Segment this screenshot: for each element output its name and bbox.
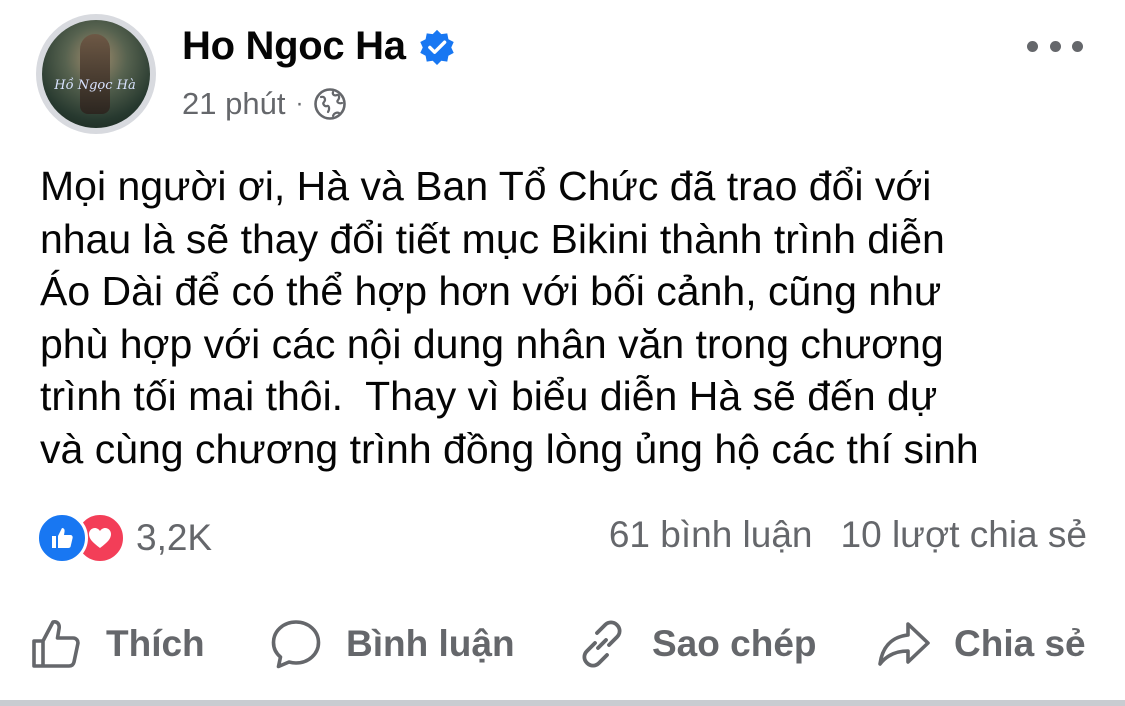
more-dot: [1027, 40, 1038, 52]
more-options-icon[interactable]: [1027, 26, 1083, 66]
share-arrow-icon: [878, 622, 930, 666]
like-reaction-icon: [36, 512, 88, 564]
comment-bubble-icon: [271, 620, 321, 669]
author-name[interactable]: Ho Ngoc Ha: [182, 24, 406, 69]
copy-button[interactable]: Sao chép: [574, 606, 817, 682]
globe-icon: [314, 88, 347, 120]
post-meta: 21 phút ·: [182, 86, 347, 122]
post-time[interactable]: 21 phút: [182, 86, 285, 122]
more-dot: [1049, 40, 1061, 52]
meta-separator: ·: [295, 90, 304, 117]
like-button[interactable]: Thích: [28, 606, 205, 682]
reactions-summary[interactable]: 3,2K: [36, 512, 212, 564]
action-bar: Thích Bình luận Sao chép Chia sẻ: [0, 606, 1125, 682]
avatar-image: Hồ Ngọc Hà: [42, 20, 150, 128]
avatar-figure: [80, 34, 110, 114]
link-icon: [582, 620, 622, 668]
comment-label: Bình luận: [346, 623, 515, 664]
copy-label: Sao chép: [652, 623, 817, 664]
bottom-divider: [0, 700, 1125, 706]
facebook-post: Hồ Ngọc Hà Ho Ngoc Ha 21 phút · Mọi ngườ…: [0, 0, 1125, 706]
post-text: Mọi người ơi, Hà và Ban Tổ Chức đã trao …: [40, 163, 979, 472]
verified-badge-icon: [419, 29, 454, 65]
more-dot: [1072, 40, 1083, 52]
thumbs-up-icon: [32, 620, 80, 668]
author-row: Ho Ngoc Ha: [182, 24, 456, 69]
avatar-script-text: Hồ Ngọc Hà: [54, 78, 136, 93]
share-count[interactable]: 10 lượt chia sẻ: [841, 514, 1087, 556]
like-label: Thích: [106, 623, 205, 664]
avatar[interactable]: Hồ Ngọc Hà: [36, 14, 156, 134]
reaction-count: 3,2K: [136, 517, 213, 558]
engagement-stats: 61 bình luận 10 lượt chia sẻ: [609, 514, 1087, 556]
comment-count[interactable]: 61 bình luận: [609, 514, 813, 556]
comment-button[interactable]: Bình luận: [268, 606, 515, 682]
share-button[interactable]: Chia sẻ: [876, 606, 1086, 682]
share-label: Chia sẻ: [954, 623, 1086, 664]
